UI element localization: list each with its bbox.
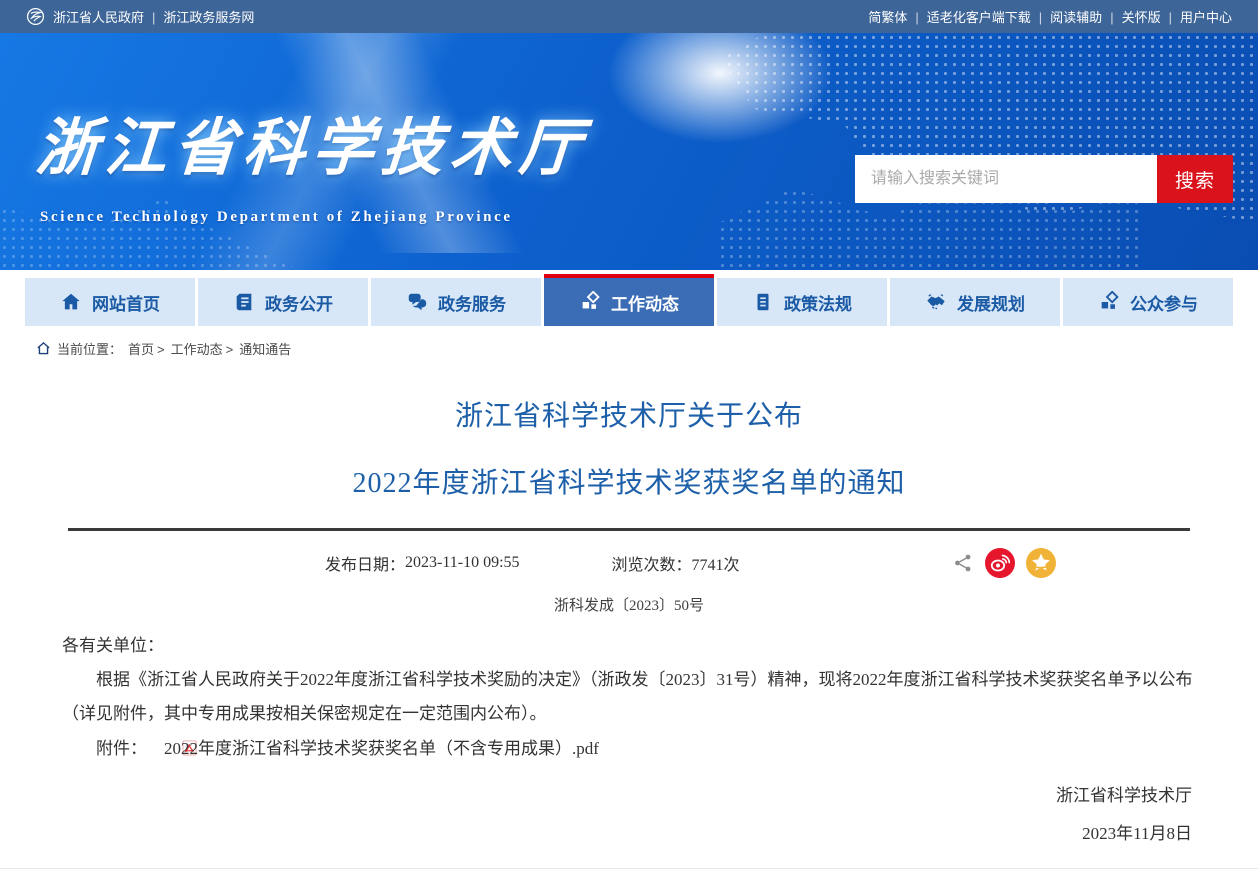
nav-item-gov-services[interactable]: 政务服务 [371,278,541,326]
attachment-label: 附件： [96,739,147,758]
share-icons [952,548,1056,578]
link-reading-aid[interactable]: 阅读辅助 [1031,7,1102,26]
nav-item-home[interactable]: 网站首页 [25,278,195,326]
search-button[interactable]: 搜索 [1157,155,1233,203]
pdf-file-icon [148,734,163,750]
breadcrumb-item-home[interactable]: 首页 [128,339,165,358]
top-utility-bar: 浙江省人民政府 浙江政务服务网 简繁体 适老化客户端下载 阅读辅助 关怀版 用户… [0,0,1258,33]
publish-date-value: 2023-11-10 09:55 [405,554,520,572]
link-zhejiang-service[interactable]: 浙江政务服务网 [144,7,254,26]
salutation: 各有关单位： [62,629,1196,663]
light-flare [560,33,880,173]
attachment-line: 附件： 2022年度浙江省科学技术奖获奖名单（不含专用成果）.pdf [62,732,1196,766]
breadcrumb: 当前位置： 首页 工作动态 通知通告 [0,326,1258,358]
main-nav: 网站首页 政务公开 政务服务 工作动态 [25,278,1233,326]
link-care-version[interactable]: 关怀版 [1102,7,1160,26]
nav-item-label: 工作动态 [611,290,679,315]
document-icon [752,291,774,313]
nav-item-label: 政务公开 [265,290,333,315]
nav-item-label: 发展规划 [957,290,1025,315]
nav-item-public-participation[interactable]: 公众参与 [1063,278,1233,326]
signature-org: 浙江省科学技术厅 [66,781,1192,806]
document-number: 浙科发成〔2023〕50号 [0,594,1258,615]
link-elderly-client-download[interactable]: 适老化客户端下载 [907,7,1030,26]
search-box: 搜索 [855,155,1233,203]
nav-item-label: 政策法规 [784,290,852,315]
share-icon[interactable] [952,552,974,574]
shapes-icon [579,291,601,313]
breadcrumb-label: 当前位置： [57,339,122,358]
article-meta: 发布日期： 2023-11-10 09:55 浏览次数： 7741次 [325,547,1056,579]
weibo-share-icon[interactable] [985,548,1015,578]
article-title-line2: 2022年度浙江省科学技术奖获奖名单的通知 [0,461,1258,501]
zhejiang-gov-logo-icon [26,7,45,26]
chat-icon [406,291,428,313]
nav-item-gov-info[interactable]: 政务公开 [198,278,368,326]
views-label: 浏览次数： [612,551,692,575]
link-user-center[interactable]: 用户中心 [1161,7,1232,26]
article-body: 各有关单位： 根据《浙江省人民政府关于2022年度浙江省科学技术奖励的决定》（浙… [62,629,1196,766]
attachment-link[interactable]: 2022年度浙江省科学技术奖获奖名单（不含专用成果）.pdf [164,739,599,758]
nav-item-label: 政务服务 [438,290,506,315]
article: 浙江省科学技术厅关于公布 2022年度浙江省科学技术奖获奖名单的通知 发布日期：… [0,394,1258,869]
site-title: 浙江省科学技术厅 [34,117,590,179]
publish-date-label: 发布日期： [325,551,405,575]
breadcrumb-item-work-news[interactable]: 工作动态 [171,339,234,358]
nav-item-development-plans[interactable]: 发展规划 [890,278,1060,326]
link-simplified-traditional[interactable]: 简繁体 [868,7,907,26]
shapes-icon [1098,291,1120,313]
nav-item-label: 公众参与 [1130,290,1198,315]
qzone-share-icon[interactable] [1026,548,1056,578]
nav-item-work-news[interactable]: 工作动态 [544,274,714,326]
home-small-icon [36,341,51,356]
body-paragraph: 根据《浙江省人民政府关于2022年度浙江省科学技术奖励的决定》（浙政发〔2023… [62,663,1196,731]
nav-item-policies[interactable]: 政策法规 [717,278,887,326]
link-zhejiang-gov[interactable]: 浙江省人民政府 [53,7,144,26]
views-value: 7741次 [692,551,740,575]
site-banner: 浙江省科学技术厅 Science Technology Department o… [0,33,1258,270]
nav-item-label: 网站首页 [92,290,160,315]
article-title-line1: 浙江省科学技术厅关于公布 [0,394,1258,434]
site-subtitle-english: Science Technology Department of Zhejian… [40,209,513,226]
title-divider [68,528,1190,531]
signature-date: 2023年11月8日 [66,819,1192,844]
home-icon [60,291,82,313]
search-input[interactable] [855,155,1157,203]
handshake-icon [925,291,947,313]
breadcrumb-item-notices[interactable]: 通知通告 [239,339,291,358]
newspaper-icon [233,291,255,313]
